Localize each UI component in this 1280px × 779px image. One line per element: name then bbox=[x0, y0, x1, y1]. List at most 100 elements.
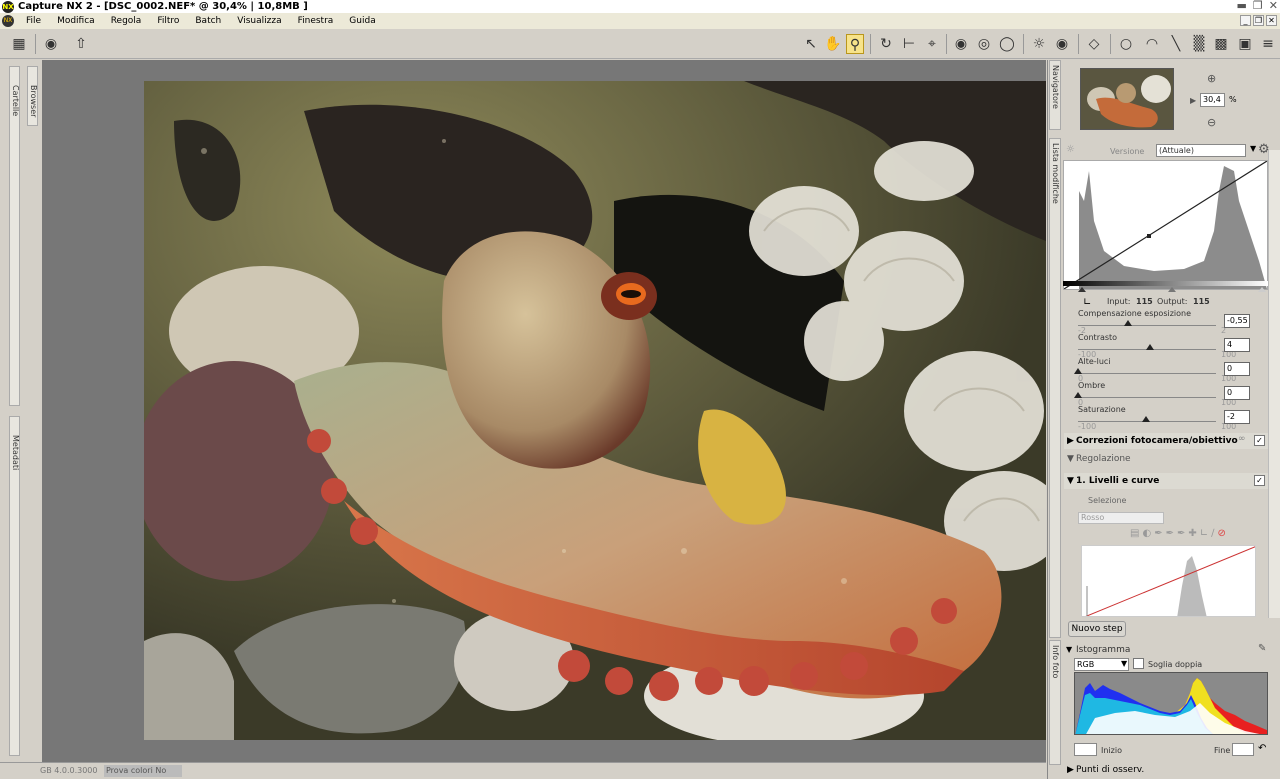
start-field[interactable] bbox=[1074, 743, 1097, 756]
zoom-icon[interactable]: ⚲ bbox=[846, 34, 864, 54]
tab-edit-list[interactable]: Lista modifiche bbox=[1049, 138, 1061, 638]
maximize-icon[interactable]: ❐ bbox=[1253, 0, 1263, 12]
reset-threshold-icon[interactable]: ↶ bbox=[1258, 743, 1266, 754]
fill-icon[interactable]: ▩ bbox=[1212, 34, 1230, 54]
curves-graph[interactable] bbox=[1063, 160, 1268, 290]
linear-icon[interactable]: ∕ bbox=[1211, 528, 1214, 539]
auto-retouch-icon[interactable]: ☼ bbox=[1030, 34, 1048, 54]
slider-value-field[interactable]: -2 bbox=[1224, 410, 1250, 424]
navigator-thumbnail[interactable] bbox=[1080, 68, 1174, 130]
tab-photo-info-label: Info foto bbox=[1051, 645, 1060, 679]
zoom-slider-icon[interactable]: ▶ bbox=[1190, 96, 1196, 105]
slider-thumb[interactable] bbox=[1141, 416, 1150, 422]
slider-track[interactable] bbox=[1078, 397, 1216, 398]
menu-guida[interactable]: Guida bbox=[341, 16, 383, 26]
black-point-icon[interactable]: ◉ bbox=[952, 34, 970, 54]
proof-colors-select[interactable]: Prova colori No bbox=[104, 765, 182, 777]
double-threshold-label: Soglia doppia bbox=[1148, 660, 1203, 669]
tab-metadata[interactable]: Metadati bbox=[9, 416, 20, 756]
image-canvas[interactable] bbox=[42, 60, 1046, 762]
menu-bar: NX File Modifica Regola Filtro Batch Vis… bbox=[0, 13, 1280, 29]
left-panel: Cartelle Browser Metadati ⚙ bbox=[0, 60, 41, 779]
control-point-icon[interactable]: ○ bbox=[1117, 34, 1135, 54]
gradient-icon[interactable]: ▒ bbox=[1190, 34, 1208, 54]
red-eye-icon[interactable]: ◉ bbox=[1053, 34, 1071, 54]
slider-value-field[interactable]: 0 bbox=[1224, 362, 1250, 376]
tab-photo-info[interactable]: Info foto bbox=[1049, 640, 1061, 765]
close-icon[interactable]: ✕ bbox=[1269, 0, 1278, 12]
double-threshold-checkbox[interactable] bbox=[1133, 658, 1144, 669]
menu-batch[interactable]: Batch bbox=[187, 16, 229, 26]
lasso-icon[interactable]: ◠ bbox=[1143, 34, 1161, 54]
camera-corrections-checkbox[interactable]: ✓ bbox=[1254, 435, 1265, 446]
watch-points-header[interactable]: ▶ Punti di osserv. bbox=[1064, 762, 1268, 778]
crop-icon[interactable]: ⌖ bbox=[923, 34, 941, 54]
curve-pencil-icon[interactable]: ∟ bbox=[1200, 528, 1208, 539]
red-curve-graph[interactable] bbox=[1081, 545, 1256, 617]
tab-navigator[interactable]: Navigatore bbox=[1049, 60, 1061, 130]
slider-track[interactable] bbox=[1078, 373, 1216, 374]
slider-value-field[interactable]: 0 bbox=[1224, 386, 1250, 400]
workspace-icon[interactable]: ▦ bbox=[10, 34, 28, 54]
menu-visualizza[interactable]: Visualizza bbox=[229, 16, 289, 26]
channel-select[interactable]: Rosso bbox=[1078, 512, 1164, 524]
minimize-icon[interactable]: ▬ bbox=[1237, 0, 1247, 12]
camera-icon[interactable]: ◉ bbox=[42, 34, 60, 54]
watch-points-arrow-icon: ▶ bbox=[1067, 765, 1074, 775]
slider-thumb[interactable] bbox=[1123, 320, 1132, 326]
tab-folders[interactable]: Cartelle bbox=[9, 66, 20, 406]
dropdown-arrow-icon[interactable]: ▼ bbox=[1250, 144, 1256, 153]
gray-dropper-icon[interactable]: ✒ bbox=[1166, 528, 1174, 539]
step1-checkbox[interactable]: ✓ bbox=[1254, 475, 1265, 486]
slider-value-field[interactable]: 4 bbox=[1224, 338, 1250, 352]
black-point-marker[interactable] bbox=[1078, 287, 1086, 292]
neutral-point-icon[interactable]: ◯ bbox=[998, 34, 1016, 54]
histogram-options-icon[interactable]: ✎ bbox=[1258, 643, 1266, 654]
link-icon[interactable]: ∞ bbox=[1238, 434, 1246, 444]
zoom-out-icon[interactable]: ⊖ bbox=[1207, 116, 1216, 129]
version-select[interactable]: (Attuale) bbox=[1156, 144, 1246, 157]
more-icon[interactable]: ≡ bbox=[1259, 34, 1277, 54]
end-field[interactable] bbox=[1232, 743, 1254, 756]
menu-filtro[interactable]: Filtro bbox=[149, 16, 187, 26]
export-icon[interactable]: ⇧ bbox=[72, 34, 90, 54]
edit-list-scrollbar[interactable] bbox=[1268, 150, 1280, 618]
adjust-header[interactable]: ▼ Regolazione bbox=[1064, 451, 1268, 467]
selection-icon[interactable]: ▣ bbox=[1236, 34, 1254, 54]
menu-finestra[interactable]: Finestra bbox=[290, 16, 342, 26]
black-dropper-icon[interactable]: ✒ bbox=[1154, 528, 1162, 539]
slider-thumb[interactable] bbox=[1145, 344, 1154, 350]
menu-modifica[interactable]: Modifica bbox=[49, 16, 103, 26]
menu-regola[interactable]: Regola bbox=[103, 16, 150, 26]
straighten-icon[interactable]: ⊢ bbox=[900, 34, 918, 54]
select-arrow-icon[interactable]: ↖ bbox=[802, 34, 820, 54]
new-step-button[interactable]: Nuovo step bbox=[1068, 621, 1126, 637]
slider-track[interactable] bbox=[1078, 325, 1216, 326]
step1-header[interactable]: ▼ 1. Livelli e curve bbox=[1064, 473, 1268, 489]
doc-close-icon[interactable]: ✕ bbox=[1266, 15, 1277, 26]
white-point-marker[interactable] bbox=[1258, 287, 1266, 292]
white-dropper-icon[interactable]: ✒ bbox=[1177, 528, 1185, 539]
contrast-tool-icon[interactable]: ◐ bbox=[1142, 528, 1151, 539]
mid-point-marker[interactable] bbox=[1168, 287, 1176, 292]
tab-browser[interactable]: Browser bbox=[27, 66, 38, 126]
histogram-channel-arrow-icon[interactable]: ▼ bbox=[1121, 659, 1127, 668]
adjust-label: Regolazione bbox=[1076, 454, 1131, 464]
levels-tools: ▤ ◐ ✒ ✒ ✒ ✚ ∟ ∕ ⊘ bbox=[1130, 528, 1226, 539]
white-point-icon[interactable]: ◎ bbox=[975, 34, 993, 54]
zoom-field[interactable]: 30,4 bbox=[1200, 93, 1225, 107]
slider-label: Ombre bbox=[1078, 381, 1106, 390]
zoom-in-icon[interactable]: ⊕ bbox=[1207, 72, 1216, 85]
doc-restore-icon[interactable]: ❐ bbox=[1253, 15, 1264, 26]
slider-value-field[interactable]: -0,55 bbox=[1224, 314, 1250, 328]
histogram-tool-icon[interactable]: ▤ bbox=[1130, 528, 1139, 539]
tag-icon[interactable]: ◇ bbox=[1085, 34, 1103, 54]
rotate-icon[interactable]: ↻ bbox=[877, 34, 895, 54]
curve-tool-icon[interactable]: ∟ bbox=[1083, 297, 1091, 308]
reset-icon[interactable]: ⊘ bbox=[1218, 528, 1226, 539]
anchor-icon[interactable]: ✚ bbox=[1188, 528, 1196, 539]
brush-icon[interactable]: ╲ bbox=[1167, 34, 1185, 54]
doc-minimize-icon[interactable]: _ bbox=[1240, 15, 1251, 26]
menu-file[interactable]: File bbox=[18, 16, 49, 26]
hand-icon[interactable]: ✋ bbox=[824, 34, 842, 54]
